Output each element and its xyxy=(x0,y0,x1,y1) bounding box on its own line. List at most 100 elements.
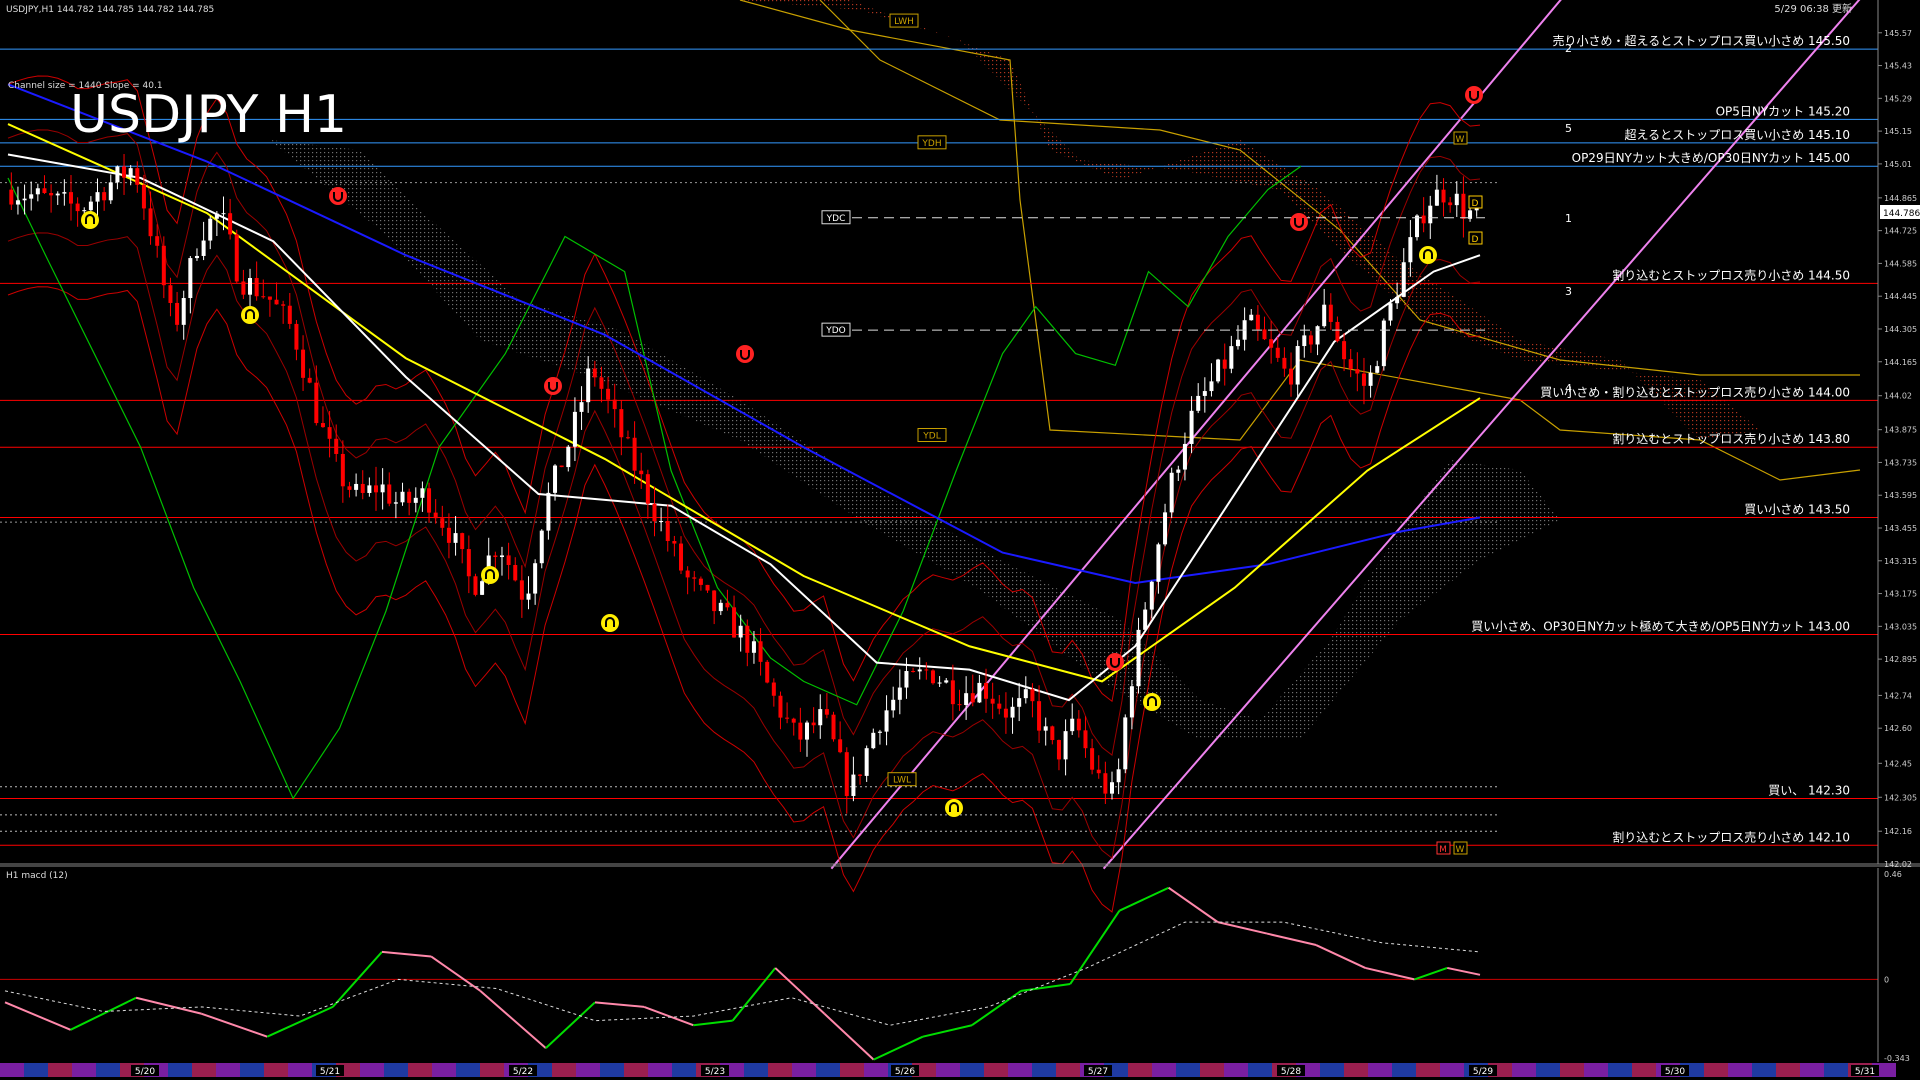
candle-body xyxy=(387,484,392,504)
candle-body xyxy=(950,680,955,705)
candle-body xyxy=(1129,686,1134,718)
x-tick-label: 5/27 xyxy=(1088,1067,1108,1077)
candle-body xyxy=(1156,544,1161,582)
candle-body xyxy=(35,188,40,195)
candle-body xyxy=(692,577,697,579)
candle-body xyxy=(526,593,531,600)
candle-body xyxy=(115,166,120,183)
candle-body xyxy=(228,213,233,235)
reference-tag: LWL xyxy=(893,776,911,786)
candle-body xyxy=(1302,335,1307,347)
y-tick-label: 143.455 xyxy=(1884,524,1917,533)
session-strip xyxy=(0,1063,24,1077)
candle-body xyxy=(559,465,564,468)
reference-tag: YDO xyxy=(825,326,846,336)
y-tick-label: 145.29 xyxy=(1884,94,1912,103)
session-strip xyxy=(936,1063,960,1077)
candle-body xyxy=(930,670,935,684)
candle-body xyxy=(340,453,345,487)
candle-body xyxy=(884,710,889,732)
candle-body xyxy=(360,483,365,493)
candle-body xyxy=(1017,698,1022,707)
candle-body xyxy=(1415,215,1420,238)
signal-marker xyxy=(1465,86,1483,104)
session-strip xyxy=(1200,1063,1224,1077)
candle-body xyxy=(108,182,113,201)
candle-body xyxy=(234,234,239,282)
candle-body xyxy=(1010,706,1015,718)
reference-tag: LWH xyxy=(894,17,914,27)
signal-marker xyxy=(1290,213,1308,231)
candle-body xyxy=(493,555,498,558)
period-letter: W xyxy=(1456,135,1465,145)
period-letter: D xyxy=(1472,235,1479,245)
candle-body xyxy=(15,200,20,205)
session-strip xyxy=(216,1063,240,1077)
candle-body xyxy=(261,296,266,298)
candle-body xyxy=(95,192,100,202)
candle-body xyxy=(586,368,591,403)
x-tick-label: 5/31 xyxy=(1855,1067,1875,1077)
candle-body xyxy=(513,565,518,581)
level-label: 売り小さめ・超えるとストップロス買い小さめ 145.50 xyxy=(1553,33,1850,48)
session-strip xyxy=(744,1063,768,1077)
candle-body xyxy=(553,465,558,493)
candle-body xyxy=(274,299,279,305)
x-tick-label: 5/30 xyxy=(1665,1067,1685,1077)
y-tick-label: 142.16 xyxy=(1884,827,1912,836)
candle-body xyxy=(334,438,339,454)
candle-body xyxy=(367,485,372,493)
reference-tag: YDC xyxy=(826,214,846,224)
candle-body xyxy=(407,491,412,503)
candle-body xyxy=(519,580,524,600)
candle-body xyxy=(433,512,438,519)
signal-marker xyxy=(329,187,347,205)
candle-body xyxy=(977,682,982,703)
signal-marker xyxy=(601,614,619,632)
session-strip xyxy=(288,1063,312,1077)
candle-body xyxy=(1209,381,1214,392)
level-label: 買い小さめ・割り込むとストップロス売り小さめ 144.00 xyxy=(1540,384,1850,399)
candle-body xyxy=(1037,701,1042,731)
candle-body xyxy=(446,527,451,543)
session-strip xyxy=(384,1063,408,1077)
session-strip xyxy=(264,1063,288,1077)
candle-body xyxy=(453,533,458,543)
candle-body xyxy=(1428,205,1433,224)
candle-body xyxy=(818,709,823,726)
y-tick-label: 142.60 xyxy=(1884,724,1912,733)
candle-body xyxy=(135,168,140,185)
candle-body xyxy=(917,669,922,672)
session-strip xyxy=(672,1063,696,1077)
candle-body xyxy=(798,722,803,740)
candle-body xyxy=(1255,314,1260,330)
candle-body xyxy=(281,304,286,306)
candle-body xyxy=(1189,410,1194,444)
y-tick-label: 143.735 xyxy=(1884,458,1917,467)
candle-body xyxy=(685,570,690,578)
candle-body xyxy=(1335,321,1340,342)
candle-body xyxy=(42,188,47,194)
symbol-info: USDJPY,H1 144.782 144.785 144.782 144.78… xyxy=(6,5,214,15)
usdjpy-h1-chart[interactable]: 12345 売り小さめ・超えるとストップロス買い小さめ 145.50OP5日NY… xyxy=(0,0,1920,1080)
candle-body xyxy=(851,774,856,796)
session-strip xyxy=(576,1063,600,1077)
x-tick-label: 5/28 xyxy=(1281,1067,1301,1077)
candle-body xyxy=(122,166,127,178)
session-strip xyxy=(792,1063,816,1077)
candle-body xyxy=(1076,718,1081,731)
candle-body xyxy=(672,541,677,544)
candle-body xyxy=(1136,629,1141,687)
candle-body xyxy=(1361,373,1366,386)
candle-body xyxy=(1090,748,1095,770)
y-tick-label: 142.74 xyxy=(1884,691,1912,700)
candle-body xyxy=(645,474,650,504)
candle-body xyxy=(1110,782,1114,794)
candle-body xyxy=(1103,773,1108,794)
level-label: 割り込むとストップロス売り小さめ 142.10 xyxy=(1612,829,1850,844)
candle-body xyxy=(155,236,160,246)
candle-body xyxy=(1222,359,1227,369)
candle-body xyxy=(1269,339,1274,348)
y-tick-label: 144.865 xyxy=(1884,194,1917,203)
candle-body xyxy=(864,748,869,776)
